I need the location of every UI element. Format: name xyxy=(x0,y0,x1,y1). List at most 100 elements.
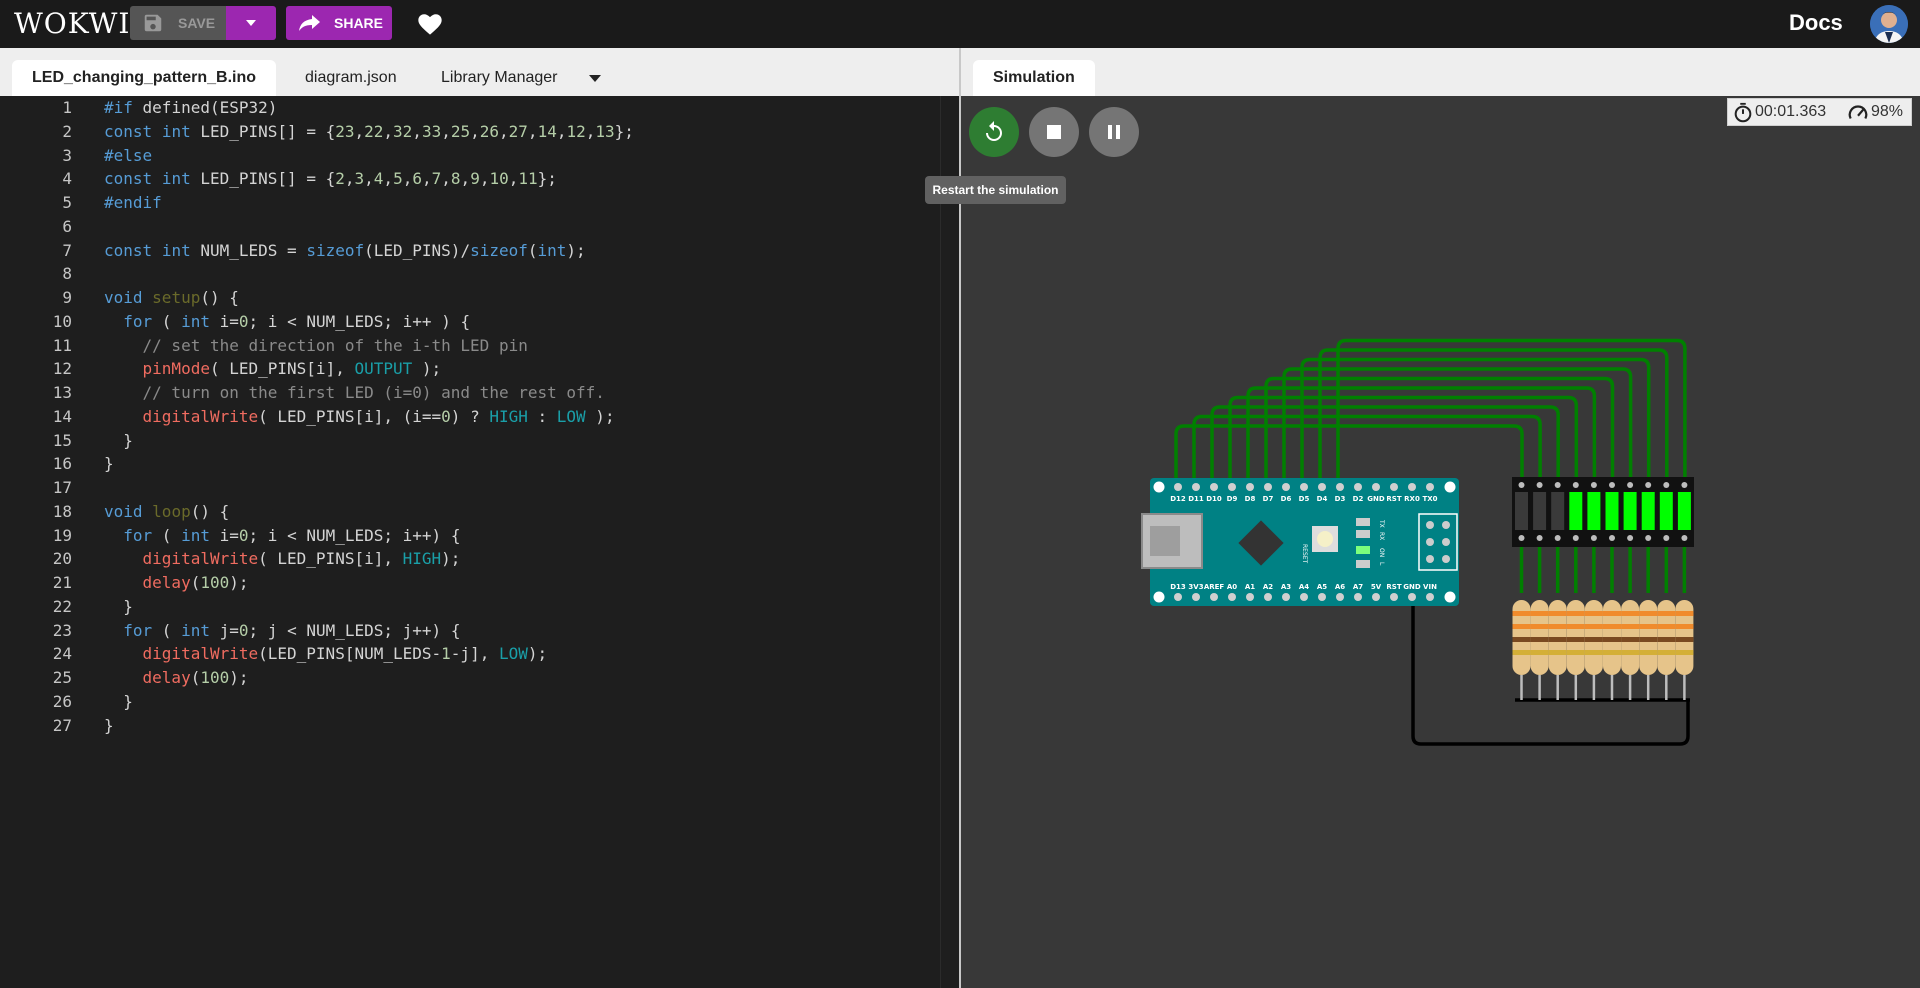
resistor-band xyxy=(1675,624,1694,629)
resistor-band xyxy=(1530,637,1549,642)
wire xyxy=(1174,424,1524,487)
resistor-band xyxy=(1675,637,1694,642)
led-pin xyxy=(1663,482,1670,488)
save-button[interactable]: SAVE xyxy=(130,6,226,40)
line-source: void loop() { xyxy=(104,501,230,521)
led-segment xyxy=(1641,492,1655,530)
code-line[interactable]: 16} xyxy=(0,452,940,476)
board-pin-label: A2 xyxy=(1263,583,1273,591)
code-line[interactable]: 21 delay(100); xyxy=(0,571,940,595)
mount-hole xyxy=(1444,481,1456,493)
code-line[interactable]: 23 for ( int j=0; j < NUM_LEDS; j++) { xyxy=(0,619,940,643)
wokwi-logo[interactable]: WOKWI xyxy=(14,4,131,44)
board-label: RESET xyxy=(1301,544,1308,564)
line-source: digitalWrite(LED_PINS[NUM_LEDS-1-j], LOW… xyxy=(142,644,548,664)
resistor-band xyxy=(1584,637,1603,642)
code-line[interactable]: 12 pinMode( LED_PINS[i], OUTPUT ); xyxy=(0,357,940,381)
board-pin-label: 3V3 xyxy=(1188,583,1203,591)
resistor-band xyxy=(1512,624,1531,629)
docs-link[interactable]: Docs xyxy=(1789,8,1843,38)
code-line[interactable]: 9 void setup() { xyxy=(0,286,940,310)
board-label: TX xyxy=(1378,519,1385,528)
board-pin xyxy=(1282,593,1290,601)
line-number: 16 xyxy=(52,454,72,474)
share-button[interactable]: SHARE xyxy=(286,6,392,40)
led-segment xyxy=(1605,492,1619,530)
icsp-pin xyxy=(1426,521,1434,529)
board-pin xyxy=(1318,593,1326,601)
code-line[interactable]: 26 } xyxy=(0,690,940,714)
code-line[interactable]: 2 const int LED_PINS[] = {23,22,32,33,25,… xyxy=(0,120,940,144)
circuit-diagram: RESETTXRXONLD12 D11 D10 D9 D8 D7 D6 D5 D4 D3 D2 GND… xyxy=(1141,338,1694,746)
resistor-band xyxy=(1639,611,1658,616)
code-line[interactable]: 1 #if defined(ESP32) xyxy=(0,96,940,120)
code-area[interactable]: 1 #if defined(ESP32) 2 const int LED_PINS[]… xyxy=(0,96,959,988)
board-pin-label: D6 xyxy=(1281,495,1292,503)
wire xyxy=(1264,376,1615,487)
icsp-pin xyxy=(1442,555,1450,563)
usb-port xyxy=(1150,526,1180,556)
code-line[interactable]: 22 } xyxy=(0,595,940,619)
line-number: 4 xyxy=(62,169,72,189)
resistor-band xyxy=(1512,611,1531,616)
user-avatar-icon xyxy=(1870,5,1908,43)
top-bar: WOKWI SAVE SHARE Docs xyxy=(0,0,1920,48)
code-line[interactable]: 19 for ( int i=0; i < NUM_LEDS; i++) { xyxy=(0,524,940,548)
resistor-band xyxy=(1621,624,1640,629)
led-pin xyxy=(1518,535,1525,541)
line-number: 18 xyxy=(52,501,72,521)
code-line[interactable]: 7 const int NUM_LEDS = sizeof(LED_PINS)/s… xyxy=(0,239,940,263)
code-line[interactable]: 8 xyxy=(0,262,940,286)
code-line[interactable]: 11 // set the direction of the i-th LED … xyxy=(0,334,940,358)
heart-icon[interactable] xyxy=(416,10,444,36)
code-line[interactable]: 27} xyxy=(0,714,940,738)
tab-ino-file[interactable]: LED_changing_pattern_B.ino xyxy=(12,60,277,96)
tab-diagram-json[interactable]: diagram.json xyxy=(285,60,417,96)
tab-simulation[interactable]: Simulation xyxy=(973,60,1095,96)
line-source: // turn on the first LED (i=0) and the r… xyxy=(104,383,605,402)
line-number: 22 xyxy=(52,596,72,616)
line-number: 5 xyxy=(62,193,72,212)
code-line[interactable]: 15 } xyxy=(0,429,940,453)
led-segment xyxy=(1587,492,1601,530)
board-pin-label: VIN xyxy=(1423,583,1437,591)
resistor-band xyxy=(1621,611,1640,616)
board-label: ON xyxy=(1378,548,1385,557)
led-pin xyxy=(1627,482,1634,488)
code-line[interactable]: 13 // turn on the first LED (i=0) and th… xyxy=(0,381,940,405)
code-line[interactable]: 4 const int LED_PINS[] = {2,3,4,5,6,7,8,9… xyxy=(0,167,940,191)
code-line[interactable]: 3 #else xyxy=(0,144,940,168)
tab-library-manager[interactable]: Library Manager xyxy=(421,60,578,96)
avatar[interactable] xyxy=(1870,5,1908,43)
board-pin xyxy=(1408,483,1416,491)
line-number: 9 xyxy=(62,288,72,307)
code-line[interactable]: 20 digitalWrite( LED_PINS[i], HIGH); xyxy=(0,547,940,571)
code-line[interactable]: 14 digitalWrite( LED_PINS[i], (i==0) ? H… xyxy=(0,405,940,429)
code-line[interactable]: 5 #endif xyxy=(0,191,940,215)
board-pin-label: A5 xyxy=(1317,583,1327,591)
resistor-band xyxy=(1530,611,1549,616)
code-line[interactable]: 18 void loop() { xyxy=(0,500,940,524)
code-line[interactable]: 10 for ( int i=0; i < NUM_LEDS; i++ ) { xyxy=(0,310,940,334)
board-pin-label: A6 xyxy=(1335,583,1345,591)
code-line[interactable]: 6 xyxy=(0,215,940,239)
board-pin xyxy=(1210,483,1218,491)
line-number: 3 xyxy=(62,145,72,165)
tab-menu-chevron-down-icon[interactable] xyxy=(588,74,602,84)
save-options-dropdown[interactable] xyxy=(226,6,276,40)
code-line[interactable]: 17 xyxy=(0,476,940,500)
code-line[interactable]: 25 delay(100); xyxy=(0,666,940,690)
resistor-band xyxy=(1566,611,1585,616)
icsp-pin xyxy=(1426,538,1434,546)
led-pin xyxy=(1572,535,1579,541)
led-pin xyxy=(1572,482,1579,488)
led-segment xyxy=(1677,492,1691,530)
led-segment xyxy=(1659,492,1673,530)
line-number: 21 xyxy=(52,573,72,592)
board-pin xyxy=(1264,593,1272,601)
board-pin-label: AREF xyxy=(1204,583,1225,591)
code-line[interactable]: 24 digitalWrite(LED_PINS[NUM_LEDS-1-j], … xyxy=(0,642,940,666)
editor-scrollbar[interactable] xyxy=(940,96,959,988)
line-number: 14 xyxy=(52,406,72,426)
led-pin xyxy=(1554,535,1561,541)
